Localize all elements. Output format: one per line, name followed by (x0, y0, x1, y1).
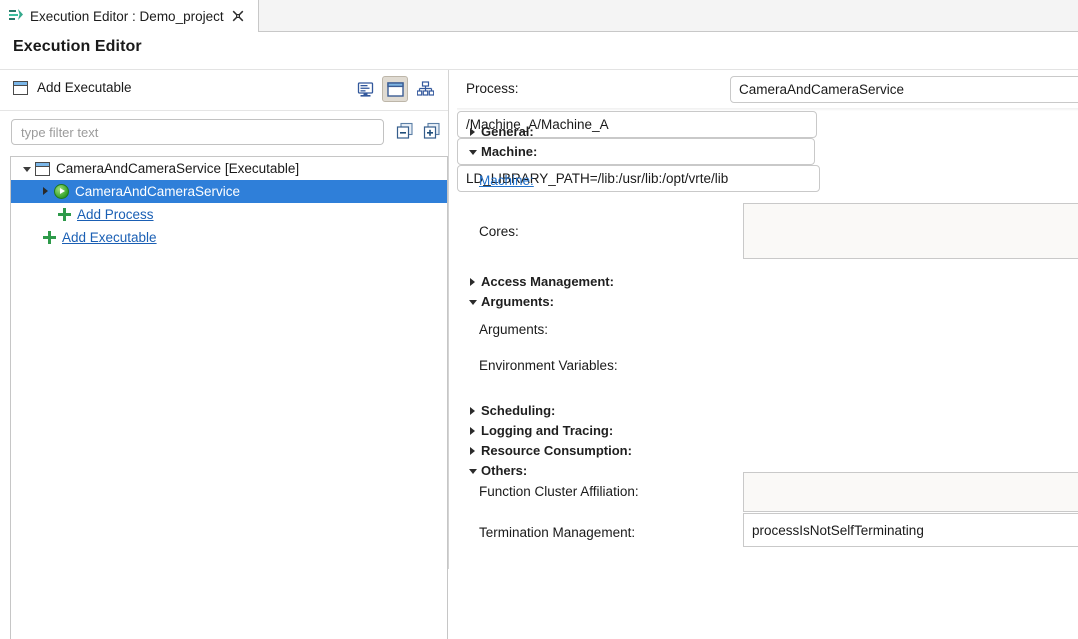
process-name-input[interactable] (730, 76, 1078, 103)
add-executable-toolbar-label: Add Executable (37, 80, 132, 95)
tree-item-label: CameraAndCameraService [Executable] (56, 161, 300, 176)
arguments-field-label: Arguments: (479, 322, 549, 337)
page-title: Execution Editor (13, 38, 142, 55)
section-label: Arguments: (481, 294, 554, 309)
tree-item-label: CameraAndCameraService (75, 184, 241, 199)
function-cluster-affiliation-box[interactable] (743, 472, 1078, 512)
section-label: Scheduling: (481, 403, 556, 418)
left-pane-toolbar: Add Executable (0, 70, 448, 111)
tree-row[interactable]: Add Executable (11, 226, 447, 249)
cores-field-label: Cores: (479, 224, 519, 239)
environment-variables-field-label: Environment Variables: (479, 358, 618, 373)
tree-row[interactable]: CameraAndCameraService [Executable] (11, 157, 447, 180)
section-scheduling[interactable]: Scheduling: (467, 403, 555, 418)
add-process-link[interactable]: Add Process (77, 207, 154, 222)
window-icon (13, 80, 28, 95)
section-label: Machine: (481, 144, 538, 159)
cores-value-box[interactable] (743, 203, 1078, 259)
section-label: Others: (481, 463, 528, 478)
filter-row (0, 111, 448, 151)
chevron-right-icon (467, 404, 481, 418)
termination-management-label: Termination Management: (479, 525, 636, 540)
section-label: Resource Consumption: (481, 443, 632, 458)
view-mode-buttons (352, 76, 438, 102)
chevron-down-icon[interactable] (19, 161, 35, 177)
tab-execution-editor[interactable]: Execution Editor : Demo_project (0, 0, 259, 32)
section-resource-consumption[interactable]: Resource Consumption: (467, 443, 632, 458)
section-others[interactable]: Others: (467, 463, 527, 478)
collapse-all-icon[interactable] (396, 122, 414, 140)
pane-divider (448, 70, 449, 569)
pane-sash[interactable] (448, 70, 457, 569)
executables-pane: Add Executable type filter text CameraAn… (0, 70, 448, 639)
close-icon[interactable] (231, 9, 245, 23)
chevron-down-icon (467, 295, 481, 309)
filter-input[interactable] (11, 119, 384, 145)
chevron-right-icon (467, 275, 481, 289)
section-label: Logging and Tracing: (481, 423, 614, 438)
tree-view-button[interactable] (382, 76, 408, 102)
tree-row[interactable]: CameraAndCameraService (11, 180, 447, 203)
add-executable-toolbar-item[interactable]: Add Executable (13, 80, 132, 95)
form-view-button[interactable] (352, 76, 378, 102)
process-label: Process: (466, 81, 519, 96)
function-cluster-affiliation-label: Function Cluster Affiliation: (479, 484, 639, 499)
process-properties-pane: Process: General: Machine: Machine: Core… (457, 70, 1078, 569)
hierarchy-view-button[interactable] (412, 76, 438, 102)
process-icon (54, 184, 69, 199)
section-arguments[interactable]: Arguments: (467, 294, 554, 309)
section-machine[interactable]: Machine: (467, 144, 537, 159)
window-icon (35, 161, 50, 176)
section-access-management[interactable]: Access Management: (467, 274, 614, 289)
chevron-right-icon (467, 444, 481, 458)
chevron-right-icon[interactable] (38, 184, 54, 200)
machine-field-link[interactable]: Machine: (479, 173, 534, 188)
plus-icon (43, 231, 56, 244)
plus-icon (58, 208, 71, 221)
editor-tab-bar: Execution Editor : Demo_project (0, 0, 1078, 32)
properties-form: General: Machine: Machine: Cores: Access… (457, 111, 1078, 569)
termination-management-value[interactable]: processIsNotSelfTerminating (743, 513, 1078, 547)
process-header-row: Process: (457, 70, 1078, 108)
section-general[interactable]: General: (467, 124, 534, 139)
chevron-down-icon (467, 145, 481, 159)
chevron-down-icon (467, 464, 481, 478)
expand-all-icon[interactable] (423, 122, 441, 140)
tree-tool-buttons (396, 122, 441, 140)
chevron-right-icon (467, 125, 481, 139)
chevron-right-icon (467, 424, 481, 438)
add-executable-link[interactable]: Add Executable (62, 230, 157, 245)
section-label: General: (481, 124, 534, 139)
tab-label: Execution Editor : Demo_project (30, 8, 224, 24)
section-logging-and-tracing[interactable]: Logging and Tracing: (467, 423, 613, 438)
executables-tree[interactable]: CameraAndCameraService [Executable] Came… (10, 156, 448, 639)
section-label: Access Management: (481, 274, 614, 289)
execution-editor-icon (8, 8, 24, 24)
tree-row[interactable]: Add Process (11, 203, 447, 226)
